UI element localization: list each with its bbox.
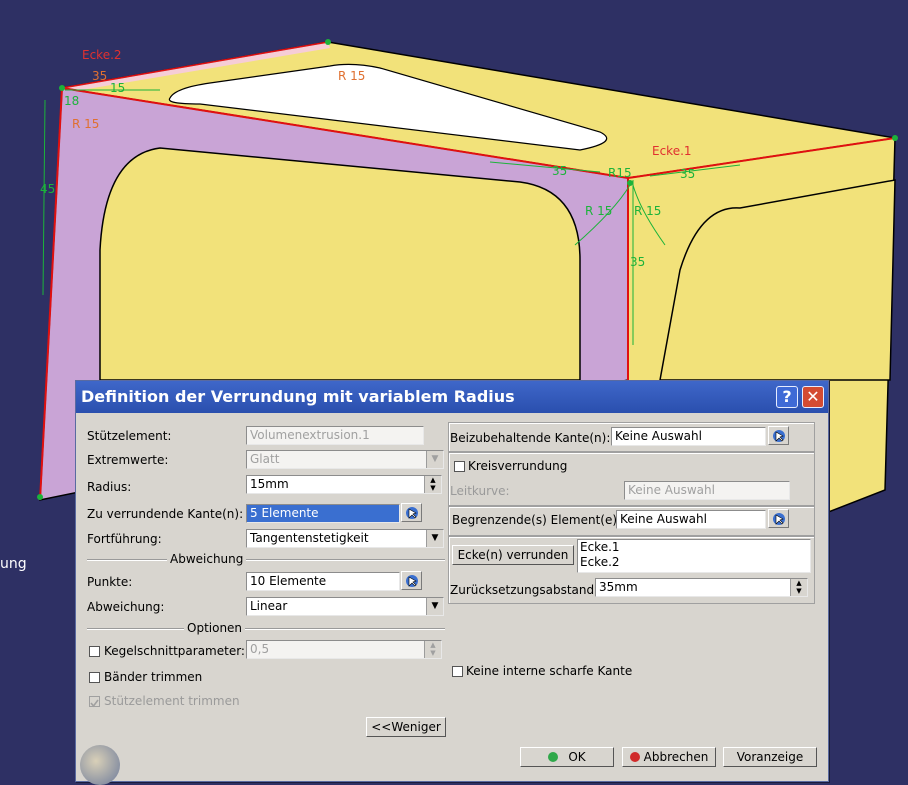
trim-ribbons-label: Bänder trimmen (104, 670, 203, 684)
spin-arrows-icon[interactable]: ▲ ▼ (790, 579, 807, 596)
selection-cursor-icon (773, 513, 785, 525)
conic-checkbox[interactable] (89, 646, 100, 657)
less-button[interactable]: <<Weniger (366, 717, 446, 737)
points-pick-button[interactable] (401, 571, 422, 590)
no-sharp-edge-checkbox[interactable] (452, 666, 463, 677)
options-section-title: Optionen (184, 621, 246, 635)
red-dot-icon (629, 752, 640, 762)
extremes-label: Extremwerte: (87, 453, 169, 467)
variable-radius-fillet-dialog: Definition der Verrundung mit variablem … (75, 380, 829, 785)
arch-opening-front (99, 147, 581, 381)
globe-icon (80, 745, 120, 785)
radius-value: 15mm (250, 477, 289, 491)
close-button[interactable]: ✕ (802, 386, 824, 408)
setback-spinner[interactable]: 35mm ▲ ▼ (595, 578, 808, 597)
spine-label: Leitkurve: (450, 484, 510, 498)
circle-fillet-label: Kreisverrundung (468, 459, 568, 473)
limiting-pick-button[interactable] (768, 509, 789, 528)
radius-label-corner: R15 (608, 166, 632, 180)
dim-label-18: 18 (64, 94, 79, 108)
cancel-label: Abbrechen (643, 750, 709, 764)
spin-arrows-icon: ▲ ▼ (424, 641, 441, 658)
radius-label: Radius: (87, 480, 132, 494)
dim-label-15: 15 (110, 81, 125, 95)
keep-edges-field[interactable]: Keine Auswahl (611, 427, 766, 446)
list-item[interactable]: Ecke.2 (578, 555, 810, 570)
chevron-down-icon: ▼ (426, 530, 443, 547)
list-item[interactable]: Ecke.1 (578, 540, 810, 555)
dialog-titlebar[interactable]: Definition der Verrundung mit variablem … (76, 381, 828, 413)
limiting-label: Begrenzende(s) Element(e): (452, 513, 622, 527)
trim-support-checkbox (89, 696, 100, 708)
edges-label: Zu verrundende Kante(n): (87, 507, 244, 521)
conic-spinner[interactable]: 0,5 ▲ ▼ (246, 640, 442, 659)
spine-field[interactable]: Keine Auswahl (624, 481, 790, 500)
corners-list[interactable]: Ecke.1 Ecke.2 (577, 539, 811, 573)
selection-cursor-icon (773, 430, 785, 442)
keep-edges-pick-button[interactable] (768, 426, 789, 445)
propagation-label: Fortführung: (87, 532, 162, 546)
deviation-label: Abweichung: (87, 600, 165, 614)
extremes-combo[interactable]: Glatt ▼ (246, 450, 444, 469)
dialog-title: Definition der Verrundung mit variablem … (81, 387, 515, 406)
edges-pick-button[interactable] (401, 503, 422, 522)
limiting-field[interactable]: Keine Auswahl (616, 510, 766, 529)
setback-label: Zurücksetzungsabstand: (450, 583, 599, 597)
circle-fillet-checkbox[interactable] (454, 461, 465, 472)
divider (87, 628, 445, 630)
no-sharp-edge-label: Keine interne scharfe Kante (466, 664, 633, 678)
trim-support-label: Stützelement trimmen (104, 694, 240, 708)
radius-label-r15a: R 15 (585, 204, 612, 218)
selection-cursor-icon (406, 507, 418, 519)
divider (87, 559, 445, 561)
propagation-value: Tangentenstetigkeit (250, 531, 369, 545)
radius-spinner[interactable]: 15mm ▲ ▼ (246, 475, 442, 494)
preview-button[interactable]: Voranzeige (723, 747, 817, 767)
checkmark-icon (90, 699, 99, 708)
extremes-value: Glatt (250, 452, 280, 466)
dim-label-35c: 35 (680, 167, 695, 181)
conic-value: 0,5 (250, 642, 270, 656)
deviation-section-title: Abweichung (167, 552, 247, 566)
deviation-combo[interactable]: Linear ▼ (246, 597, 444, 616)
propagation-combo[interactable]: Tangentenstetigkeit ▼ (246, 529, 444, 548)
keep-edges-label: Beizubehaltende Kante(n): (450, 431, 611, 445)
trim-ribbons-checkbox[interactable] (89, 672, 100, 683)
points-field[interactable]: 10 Elemente (246, 572, 400, 591)
dim-label-35b: 35 (552, 164, 567, 178)
chevron-down-icon: ▼ (426, 451, 443, 468)
ok-button[interactable]: OK (520, 747, 614, 767)
ok-label: OK (568, 750, 586, 764)
corner-fillet-button[interactable]: Ecke(n) verrunden (452, 545, 574, 565)
radius-label-r15b: R 15 (634, 204, 661, 218)
radius-label-left: R 15 (72, 117, 99, 131)
side-label: ung (0, 556, 27, 572)
setback-value: 35mm (599, 580, 638, 594)
corner1-label: Ecke.1 (652, 144, 692, 158)
support-label: Stützelement: (87, 429, 172, 443)
selection-cursor-icon (406, 575, 418, 587)
radius-label-top: R 15 (338, 69, 365, 83)
cancel-button[interactable]: Abbrechen (622, 747, 716, 767)
help-button[interactable]: ? (776, 386, 798, 408)
support-field[interactable]: Volumenextrusion.1 (246, 426, 424, 445)
green-dot-icon (548, 752, 559, 762)
dim-label-35a: 35 (92, 69, 107, 83)
dim-label-35d: 35 (630, 255, 645, 269)
chevron-down-icon: ▼ (426, 598, 443, 615)
spin-arrows-icon[interactable]: ▲ ▼ (424, 476, 441, 493)
points-label: Punkte: (87, 575, 133, 589)
corner2-label: Ecke.2 (82, 48, 122, 62)
deviation-value: Linear (250, 599, 288, 613)
edges-field[interactable]: 5 Elemente (246, 504, 400, 523)
dim-label-45: 45 (40, 182, 55, 196)
conic-label: Kegelschnittparameter: (104, 644, 245, 658)
